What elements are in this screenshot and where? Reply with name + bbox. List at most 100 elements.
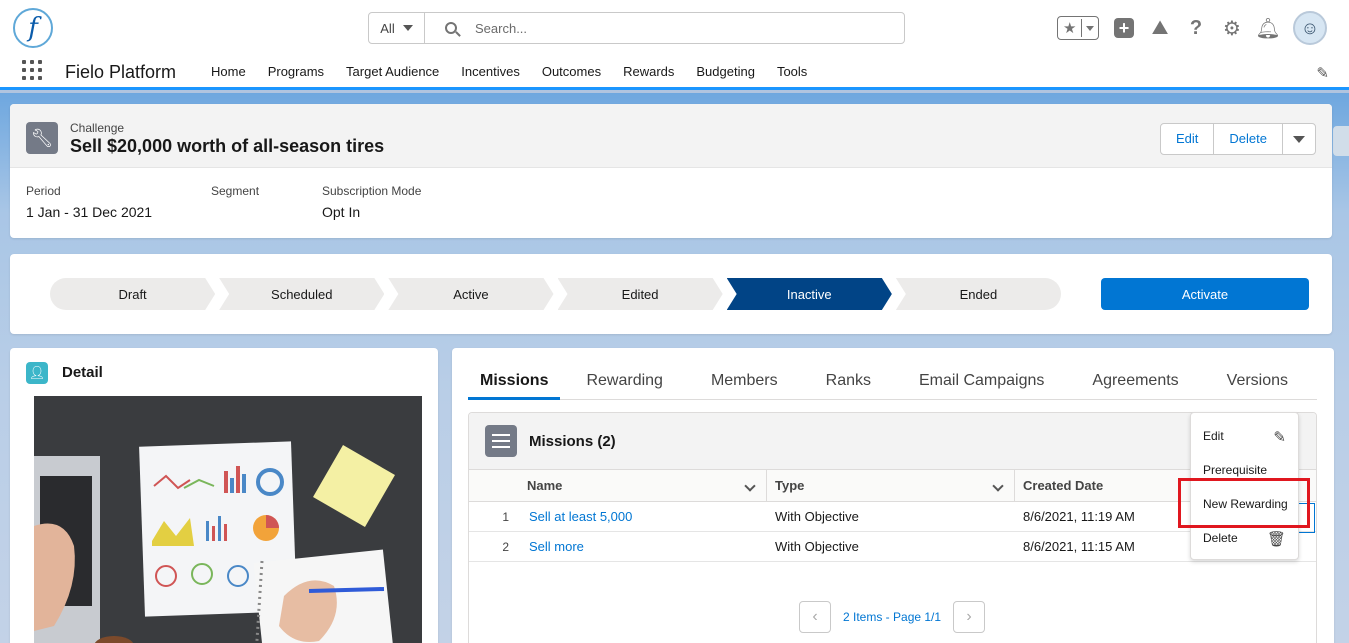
record-actions: Edit Delete	[1160, 123, 1316, 155]
pagination: ‹ 2 Items - Page 1/1 ›	[799, 601, 986, 633]
chevron-down-icon[interactable]	[992, 479, 1004, 492]
header-icons: ★ + ⛰ ? ⚙ 🔔︎ ☺	[1057, 11, 1327, 45]
path-step-scheduled[interactable]: Scheduled	[219, 278, 384, 310]
star-icon[interactable]: ★	[1058, 19, 1083, 37]
row-number-header	[469, 470, 519, 502]
logo-letter: f	[28, 13, 38, 43]
chevron-down-icon[interactable]	[744, 479, 756, 492]
related-list-header: Missions (2)	[469, 413, 1316, 470]
highlight-annotation	[1178, 478, 1310, 528]
detail-title: Detail	[62, 364, 103, 381]
app-name: Fielo Platform	[65, 62, 177, 82]
next-page-button[interactable]: ›	[953, 601, 986, 633]
table-row: 2 Sell more With Objective 8/6/2021, 11:…	[469, 532, 1316, 562]
nav-item-budgeting[interactable]: Budgeting	[685, 64, 766, 79]
gear-icon[interactable]: ⚙	[1221, 17, 1243, 40]
desk-photo-illustration	[34, 396, 422, 643]
search-input[interactable]	[475, 20, 875, 36]
trash-icon: 🗑︎	[1266, 531, 1286, 548]
status-path: Draft Scheduled Active Edited Inactive E…	[50, 278, 1062, 310]
mission-type: With Objective	[775, 539, 859, 554]
pencil-icon[interactable]: ✎	[1316, 64, 1329, 82]
path-step-active[interactable]: Active	[388, 278, 553, 310]
trailhead-icon[interactable]: ⛰	[1149, 17, 1171, 39]
page-title: Sell $20,000 worth of all-season tires	[70, 136, 385, 156]
path-step-ended[interactable]: Ended	[895, 278, 1062, 310]
field-subscription-mode: Subscription Mode Opt In	[322, 184, 421, 220]
nav-item-home[interactable]: Home	[200, 64, 257, 79]
column-header-type[interactable]: Type	[767, 469, 1015, 502]
menu-item-edit[interactable]: Edit ✎	[1191, 419, 1298, 453]
chevron-down-icon	[402, 25, 413, 31]
global-search: All	[368, 12, 905, 44]
global-header: f All ★ + ⛰ ? ⚙ 🔔︎ ☺	[0, 0, 1349, 56]
path-step-draft[interactable]: Draft	[50, 278, 215, 310]
chevron-right-icon: ›	[966, 608, 972, 625]
menu-item-label: Prerequisite	[1203, 463, 1268, 477]
favorites-menu-icon[interactable]	[1082, 25, 1098, 31]
tab-email-campaigns[interactable]: Email Campaigns	[907, 364, 1056, 400]
tab-bar: Missions Rewarding Members Ranks Email C…	[468, 364, 1317, 400]
plus-icon: +	[1114, 18, 1134, 38]
column-header-name[interactable]: Name	[519, 469, 767, 502]
pencil-icon: ✎	[1273, 429, 1286, 446]
record-header: 🔧︎ Challenge Sell $20,000 worth of all-s…	[10, 104, 1332, 238]
list-icon	[485, 425, 517, 457]
record-type-label: Challenge	[70, 121, 125, 135]
search-scope-dropdown[interactable]: All	[369, 13, 425, 43]
more-actions-button[interactable]	[1283, 124, 1315, 154]
favorites-button-group: ★	[1057, 16, 1099, 40]
app-navigation-bar: Fielo Platform Home Programs Target Audi…	[0, 56, 1349, 90]
nav-item-rewards[interactable]: Rewards	[612, 64, 685, 79]
side-panel-toggle[interactable]	[1333, 126, 1349, 156]
chevron-left-icon: ‹	[812, 608, 818, 625]
tab-versions[interactable]: Versions	[1215, 364, 1300, 400]
column-label: Name	[527, 477, 563, 493]
row-number: 1	[502, 509, 509, 524]
tab-ranks[interactable]: Ranks	[814, 364, 883, 400]
path-step-edited[interactable]: Edited	[558, 278, 723, 310]
wrench-icon: 🔧︎	[26, 122, 58, 154]
field-segment: Segment	[211, 184, 322, 220]
nav-item-tools[interactable]: Tools	[766, 64, 818, 79]
related-list-title: Missions (2)	[529, 433, 616, 450]
tab-agreements[interactable]: Agreements	[1080, 364, 1190, 400]
bell-icon[interactable]: 🔔︎	[1255, 17, 1280, 40]
column-label: Created Date	[1023, 477, 1104, 493]
challenge-image	[34, 396, 422, 643]
nav-item-incentives[interactable]: Incentives	[450, 64, 531, 79]
mission-name-link[interactable]: Sell more	[519, 539, 767, 554]
help-icon[interactable]: ?	[1185, 17, 1207, 39]
previous-page-button[interactable]: ‹	[799, 601, 831, 633]
nav-item-target-audience[interactable]: Target Audience	[335, 64, 450, 79]
tab-missions[interactable]: Missions	[468, 364, 561, 400]
nav-item-outcomes[interactable]: Outcomes	[531, 64, 612, 79]
pagination-status: 2 Items - Page 1/1	[843, 610, 942, 624]
tab-members[interactable]: Members	[699, 364, 790, 400]
field-label: Period	[26, 184, 61, 198]
search-icon	[445, 22, 457, 34]
avatar[interactable]: ☺	[1293, 11, 1327, 45]
column-label: Type	[775, 477, 805, 493]
detail-card: 👤︎ Detail	[10, 348, 438, 643]
nav-item-programs[interactable]: Programs	[257, 64, 335, 79]
nav-items: Home Programs Target Audience Incentives…	[200, 56, 818, 87]
record-header-top: 🔧︎ Challenge Sell $20,000 worth of all-s…	[10, 104, 1332, 168]
field-value: Opt In	[322, 204, 361, 220]
tab-rewarding[interactable]: Rewarding	[574, 364, 674, 400]
chevron-down-icon	[1293, 135, 1305, 143]
global-actions-button[interactable]: +	[1113, 17, 1135, 39]
person-icon: 👤︎	[26, 362, 48, 384]
record-highlights: Period 1 Jan - 31 Dec 2021 Segment Subsc…	[26, 184, 421, 220]
fielo-logo[interactable]: f	[13, 8, 53, 48]
path-step-inactive[interactable]: Inactive	[727, 278, 892, 310]
mission-name-link[interactable]: Sell at least 5,000	[519, 509, 767, 524]
field-label: Subscription Mode	[322, 184, 422, 198]
mission-type: With Objective	[775, 509, 859, 524]
activate-button[interactable]: Activate	[1101, 278, 1309, 310]
app-launcher-icon[interactable]	[22, 60, 42, 80]
edit-button[interactable]: Edit	[1161, 124, 1215, 154]
menu-item-label: Edit	[1203, 429, 1224, 443]
delete-button[interactable]: Delete	[1214, 124, 1283, 154]
field-period: Period 1 Jan - 31 Dec 2021	[26, 184, 211, 220]
